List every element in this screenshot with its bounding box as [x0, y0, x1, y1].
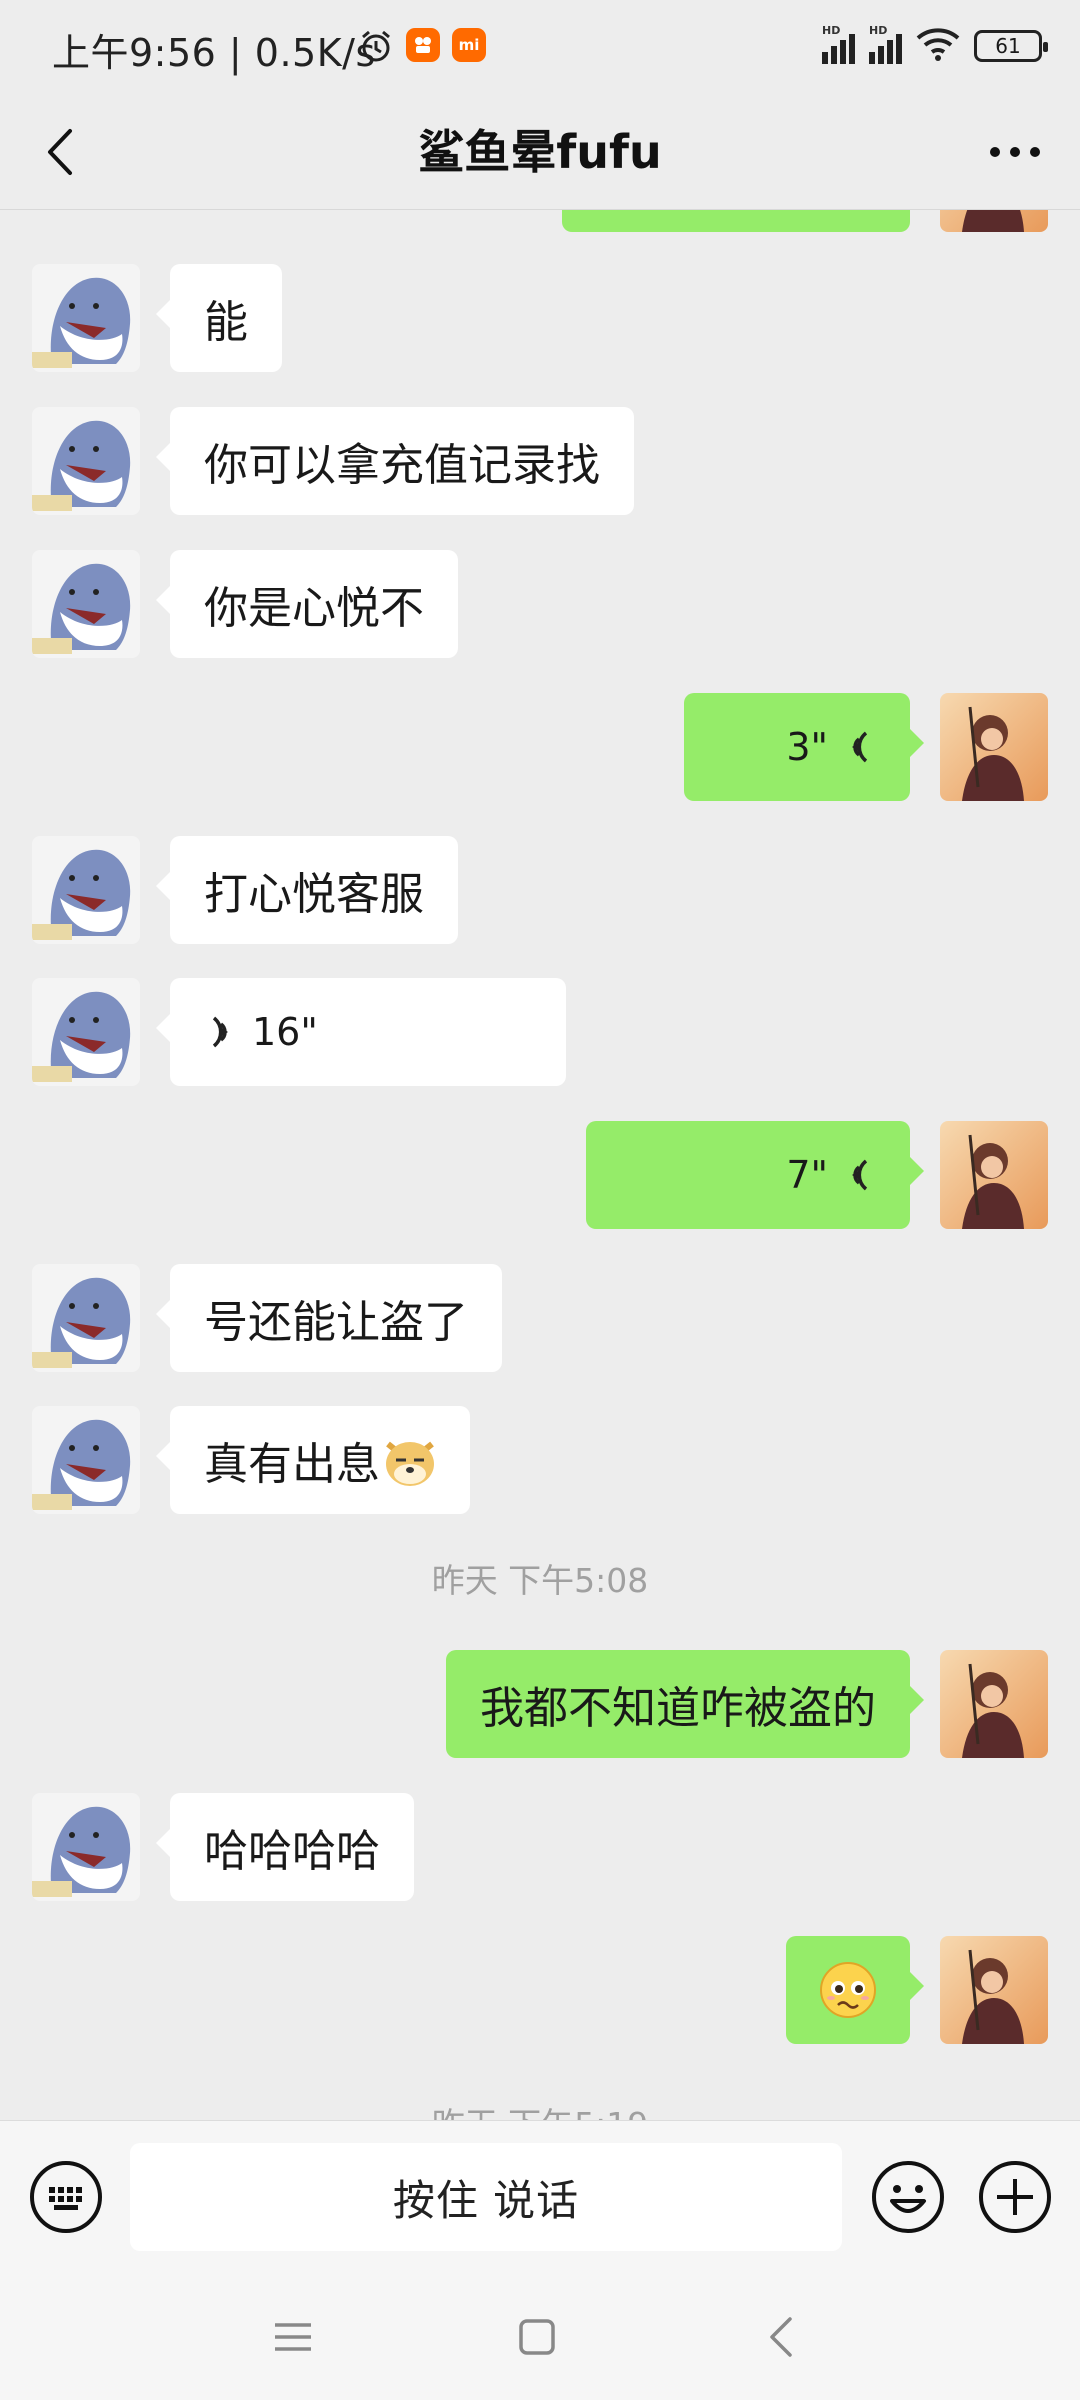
status-indicators: HD HD 61: [822, 24, 1048, 66]
message-row: 号还能让盗了: [0, 1264, 1080, 1372]
message-text[interactable]: 我都不知道咋被盗的: [446, 1650, 924, 1758]
signal-1-icon: HD: [822, 24, 855, 64]
my-avatar[interactable]: [940, 210, 1048, 232]
hold-to-talk-button[interactable]: 按住 说话: [130, 2143, 842, 2251]
keyboard-toggle-button[interactable]: [28, 2159, 104, 2235]
contact-avatar[interactable]: [32, 1406, 140, 1514]
contact-avatar[interactable]: [32, 836, 140, 944]
smile-icon: [872, 2161, 944, 2233]
battery-indicator: 61: [974, 30, 1048, 62]
pleading-face-emoji-icon: [820, 1962, 876, 2018]
my-avatar[interactable]: [940, 1936, 1048, 2044]
voice-duration: 16": [252, 1010, 318, 1054]
voice-message[interactable]: 7": [586, 1121, 924, 1229]
message-text[interactable]: 能: [156, 264, 282, 372]
message-row: [0, 1936, 1080, 2044]
message-row: 我都不知道咋被盗的: [0, 1650, 1080, 1758]
menu-icon: [275, 2323, 311, 2351]
my-avatar[interactable]: [940, 1121, 1048, 1229]
message-text[interactable]: 哈哈哈哈: [156, 1793, 414, 1901]
status-bar: 上午9:56 | 0.5K/s mi HD HD 61: [0, 0, 1080, 96]
message-row: 哈哈哈哈: [0, 1793, 1080, 1901]
nav-menu-button[interactable]: [258, 2302, 328, 2372]
message-bubble-partial[interactable]: [562, 210, 910, 232]
chat-title: 鲨鱼晕fufu: [418, 125, 662, 179]
status-app-icons: mi: [358, 28, 486, 68]
nav-back-button[interactable]: [746, 2302, 816, 2372]
voice-duration: 3": [786, 725, 828, 769]
message-row: 真有出息: [0, 1406, 1080, 1514]
wifi-icon: [916, 26, 960, 66]
contact-avatar[interactable]: [32, 264, 140, 372]
message-row: 打心悦客服: [0, 836, 1080, 944]
back-triangle-icon: [770, 2317, 792, 2357]
mi-app-icon: mi: [452, 28, 486, 62]
contact-avatar[interactable]: [32, 1264, 140, 1372]
message-text[interactable]: 你可以拿充值记录找: [156, 407, 634, 515]
app-notification-icon: [406, 28, 440, 62]
emoji-button[interactable]: [870, 2159, 946, 2235]
chat-header: 鲨鱼晕fufu: [0, 96, 1080, 210]
voice-wave-icon: [212, 1016, 228, 1048]
message-row: 3": [0, 693, 1080, 801]
doge-emoji-icon: [386, 1441, 434, 1486]
more-horizontal-icon: [990, 147, 1040, 157]
more-button[interactable]: [980, 122, 1050, 182]
home-square-icon: [519, 2319, 555, 2355]
message-row: 7": [0, 1121, 1080, 1229]
status-time: 上午9:56 | 0.5K/s: [52, 31, 376, 75]
my-avatar[interactable]: [940, 1650, 1048, 1758]
message-row: [0, 210, 1080, 232]
message-text[interactable]: 打心悦客服: [156, 836, 458, 944]
system-nav-bar: [0, 2272, 1080, 2400]
input-bar: 按住 说话: [0, 2120, 1080, 2272]
emoji-message[interactable]: [786, 1936, 924, 2044]
chat-message-list[interactable]: 能 你可以拿充值记录找 你是心悦不 3" 打心悦客服 16" 7" 号还能让盗了…: [0, 210, 1080, 2120]
message-row: 16": [0, 978, 1080, 1086]
voice-wave-icon: [852, 1159, 868, 1191]
message-row: 你可以拿充值记录找: [0, 407, 1080, 515]
plus-circle-icon: [979, 2161, 1051, 2233]
my-avatar[interactable]: [940, 693, 1048, 801]
contact-avatar[interactable]: [32, 407, 140, 515]
keyboard-icon: [30, 2161, 102, 2233]
message-text[interactable]: 你是心悦不: [156, 550, 458, 658]
nav-home-button[interactable]: [502, 2302, 572, 2372]
voice-duration: 7": [786, 1153, 828, 1197]
message-text[interactable]: 真有出息: [156, 1406, 470, 1514]
alarm-icon: [358, 28, 394, 68]
message-text[interactable]: 号还能让盗了: [156, 1264, 502, 1372]
message-text-content: 真有出息: [204, 1439, 380, 1490]
more-functions-button[interactable]: [977, 2159, 1053, 2235]
timestamp: 昨天 下午5:08: [431, 1561, 649, 1600]
signal-2-icon: HD: [869, 24, 902, 64]
voice-message[interactable]: 16": [156, 978, 566, 1086]
contact-avatar[interactable]: [32, 1793, 140, 1901]
voice-wave-icon: [852, 731, 868, 763]
contact-avatar[interactable]: [32, 550, 140, 658]
message-row: 能: [0, 264, 1080, 372]
timestamp: 昨天 下午5:19: [0, 2098, 1080, 2120]
message-row: 你是心悦不: [0, 550, 1080, 658]
voice-message[interactable]: 3": [684, 693, 924, 801]
contact-avatar[interactable]: [32, 978, 140, 1086]
